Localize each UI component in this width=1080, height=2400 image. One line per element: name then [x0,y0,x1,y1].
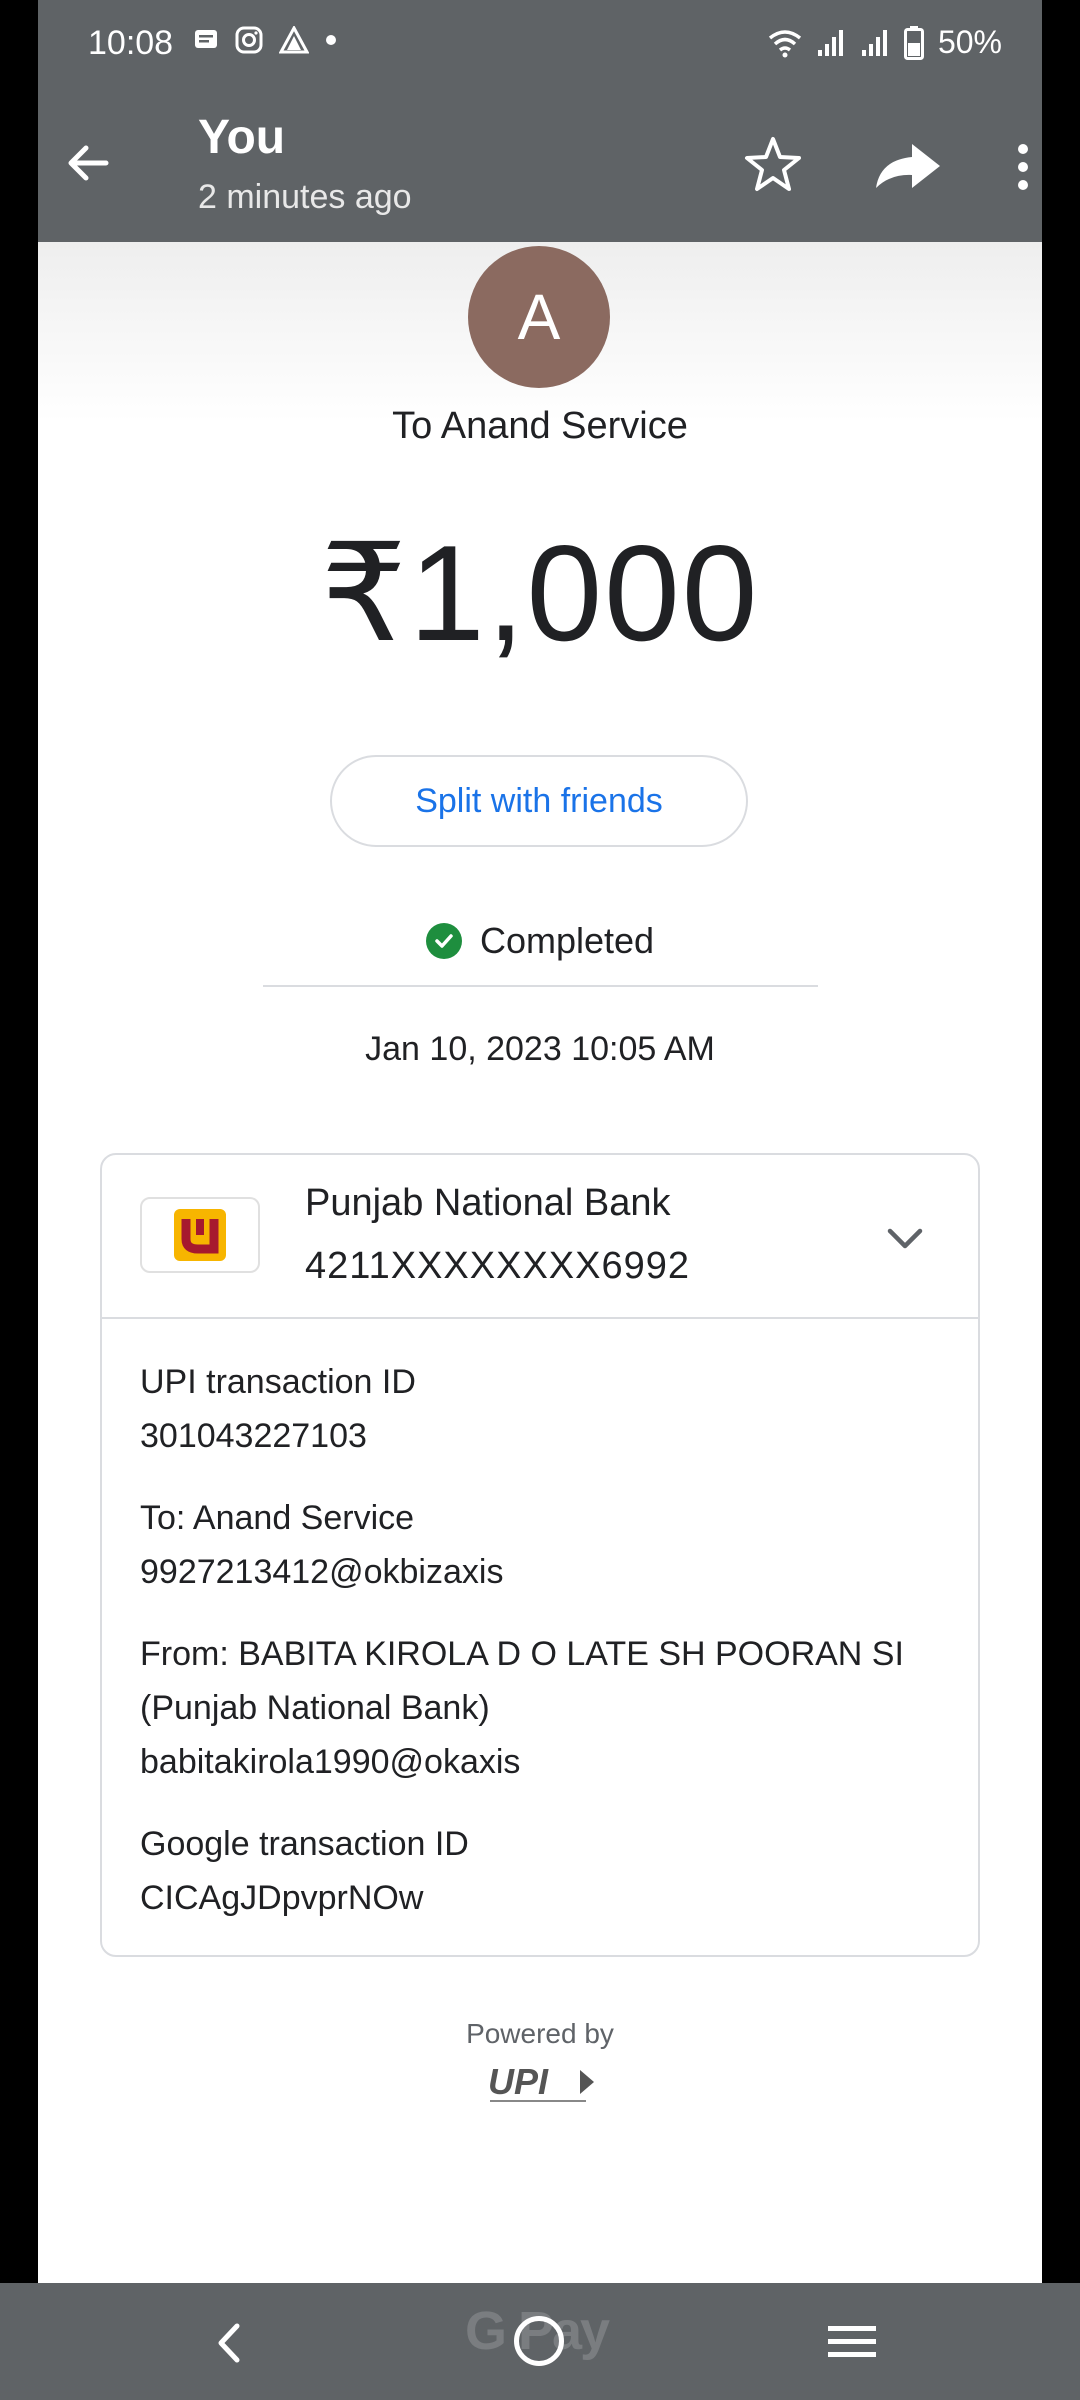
avatar: A [468,246,610,388]
pnb-logo-icon [140,1197,260,1273]
upi-transaction-field: UPI transaction ID 301043227103 [140,1355,948,1463]
star-icon[interactable] [738,130,808,200]
battery-percent: 50% [937,24,1002,60]
status-text: Completed [479,920,655,961]
bank-account-number: 4211XXXXXXXX6992 [305,1245,691,1287]
payee-name: To Anand Service [392,405,688,447]
nav-home-icon[interactable] [514,2316,564,2366]
status-bar: 10:08 50% [38,0,1042,88]
more-vert-icon[interactable] [1008,135,1038,205]
upi-id-value: 301043227103 [140,1417,367,1455]
google-id-value: CICAgJDpvprNOw [140,1879,424,1917]
signal-icon [861,29,887,56]
share-icon[interactable] [868,130,948,200]
details-list: UPI transaction ID 301043227103 To: Anan… [140,1355,948,1953]
upi-logo: UPI [488,2061,594,2102]
avatar-letter: A [517,281,561,353]
app-icon [279,26,309,54]
payment-amount: ₹1,000 [320,517,760,669]
google-transaction-field: Google transaction ID CICAgJDpvprNOw [140,1817,948,1925]
status-time: 10:08 [88,24,174,62]
upi-logo-text: UPI [488,2061,549,2102]
payment-status: Completed [0,920,1080,962]
wifi-icon [768,29,802,57]
upi-id-label: UPI transaction ID [140,1363,416,1401]
to-upi-id: 9927213412@okbizaxis [140,1553,504,1591]
notification-icons [193,26,337,54]
from-field: From: BABITA KIROLA D O LATE SH POORAN S… [140,1627,948,1789]
message-icon [195,30,217,48]
bank-account-header[interactable]: Punjab National Bank 4211XXXXXXXX6992 [102,1155,978,1319]
to-field: To: Anand Service 9927213412@okbizaxis [140,1491,948,1599]
split-with-friends-button[interactable]: Split with friends [330,755,748,847]
from-upi-id: babitakirola1990@okaxis [140,1743,521,1781]
divider [263,985,818,987]
to-label: To: Anand Service [140,1499,415,1537]
check-circle-icon [425,923,462,959]
conversation-title: You [198,111,286,164]
system-icons: 50% [768,24,1002,61]
powered-by-text: Powered by [466,2018,614,2049]
signal-icon [817,29,843,56]
transaction-details-card: Punjab National Bank 4211XXXXXXXX6992 UP… [100,1153,980,1957]
top-app-bar: 10:08 50% You 2 minutes ago [38,0,1042,242]
nav-back-icon[interactable] [205,2318,255,2368]
nav-menu-icon[interactable] [828,2322,876,2362]
instagram-icon [235,26,263,54]
bank-name: Punjab National Bank [305,1182,671,1224]
google-id-label: Google transaction ID [140,1825,469,1863]
chevron-down-icon[interactable] [882,1215,928,1261]
dot-icon [326,35,336,45]
timestamp-subtitle: 2 minutes ago [198,178,412,216]
transaction-datetime: Jan 10, 2023 10:05 AM [365,1030,715,1068]
from-label: From: BABITA KIROLA D O LATE SH POORAN S… [140,1635,904,1727]
back-arrow-icon[interactable] [54,128,124,198]
battery-icon [903,25,924,60]
